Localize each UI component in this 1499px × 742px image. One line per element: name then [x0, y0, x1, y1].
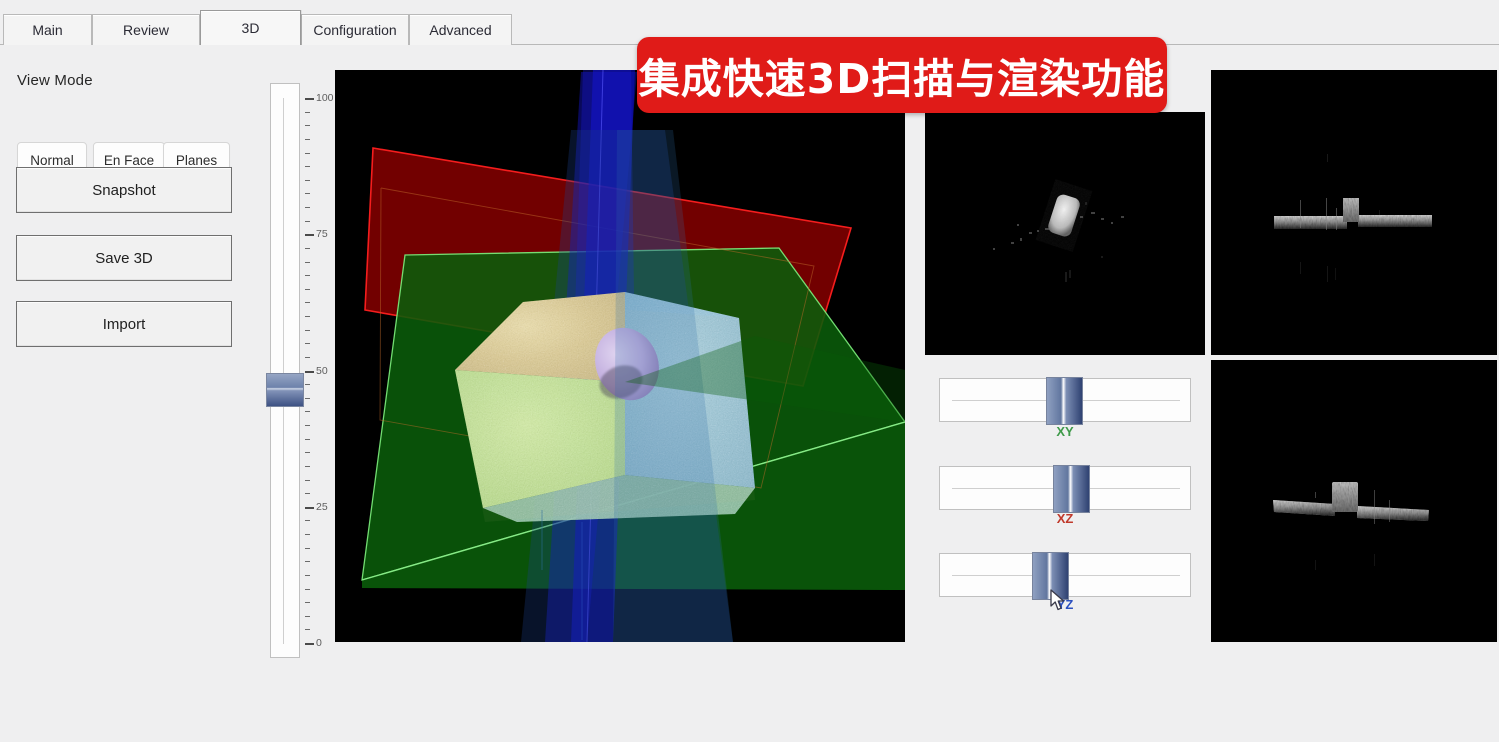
pixel-alpha-tick-minor — [305, 247, 310, 249]
pixel-alpha-tick-minor — [305, 343, 310, 345]
import-button-label: Import — [102, 315, 146, 333]
pixel-alpha-tick-minor — [305, 166, 310, 168]
pixel-alpha-tick-minor — [305, 207, 310, 208]
pixel-alpha-tick-minor — [305, 316, 310, 317]
pixel-alpha-tick-major — [305, 234, 314, 237]
pixel-alpha-tick-label: 0 — [316, 637, 322, 649]
pixel-alpha-slider-ticks: 100 75 50 25 0 — [305, 83, 335, 658]
pixel-alpha-tick-minor — [305, 125, 310, 127]
pixel-alpha-slider-track[interactable] — [270, 83, 300, 658]
pixel-alpha-tick-minor — [305, 465, 310, 467]
tab-review-label: Review — [123, 22, 169, 38]
plane-slider-xz[interactable] — [939, 465, 1191, 513]
view-mode-enface-label: En Face — [103, 153, 155, 168]
left-control-panel: View Mode Normal En Face Planes Snapshot… — [0, 45, 245, 742]
pixel-alpha-tick-minor — [305, 520, 310, 522]
pixel-alpha-tick-minor — [305, 493, 310, 495]
tab-advanced[interactable]: Advanced — [409, 14, 512, 45]
pixel-alpha-tick-minor — [305, 152, 310, 154]
pixel-alpha-tick-minor — [305, 547, 310, 549]
viewport-3d-svg — [335, 70, 905, 642]
pixel-alpha-tick-minor — [305, 534, 310, 535]
view-mode-label: View Mode — [17, 72, 93, 89]
tab-main[interactable]: Main — [3, 14, 92, 45]
pixel-alpha-tick-label: 100 — [316, 92, 334, 104]
plane-slider-yz-label: YZ — [1056, 597, 1074, 612]
pixel-alpha-tick-minor — [305, 438, 310, 440]
tab-3d-label: 3D — [241, 20, 260, 36]
pixel-alpha-tick-minor — [305, 179, 310, 181]
promo-banner: 集成快速3D扫描与渲染功能 — [637, 37, 1167, 113]
pixel-alpha-tick-minor — [305, 302, 310, 304]
pixel-alpha-tick-minor — [305, 138, 310, 140]
import-button[interactable]: Import — [16, 301, 232, 347]
tab-3d[interactable]: 3D — [200, 10, 301, 45]
view-mode-planes-label: Planes — [175, 153, 218, 168]
pixel-alpha-tick-minor — [305, 220, 310, 222]
pixel-alpha-tick-label: 25 — [316, 500, 328, 513]
pixel-alpha-tick-minor — [305, 384, 310, 386]
plane-slider-xy[interactable] — [939, 377, 1191, 425]
pixel-alpha-tick-minor — [305, 629, 310, 631]
tab-configuration[interactable]: Configuration — [301, 14, 409, 45]
plane-slider-xz-label: XZ — [1056, 511, 1074, 526]
save-3d-button-label: Save 3D — [95, 249, 153, 267]
bscan-yz-image — [1211, 360, 1497, 642]
pixel-alpha-tick-minor — [305, 288, 310, 290]
tab-configuration-label: Configuration — [313, 22, 397, 38]
en-face-xy-image — [925, 112, 1205, 355]
en-face-xy-preview[interactable] — [925, 112, 1205, 355]
plane-slider-xz-thumb[interactable] — [1053, 465, 1090, 513]
tab-advanced-label: Advanced — [429, 22, 492, 38]
pixel-alpha-tick-minor — [305, 261, 310, 263]
pixel-alpha-tick-major — [305, 98, 314, 100]
pixel-alpha-tick-minor — [305, 479, 310, 481]
bscan-xz-image — [1211, 70, 1497, 355]
pixel-alpha-tick-minor — [305, 397, 310, 399]
pixel-alpha-tick-minor — [305, 111, 310, 113]
pixel-alpha-tick-minor — [305, 452, 310, 454]
snapshot-button[interactable]: Snapshot — [16, 167, 232, 213]
plane-slider-xy-thumb[interactable] — [1046, 377, 1083, 425]
viewport-3d-render[interactable] — [335, 70, 905, 642]
pixel-alpha-tick-minor — [305, 615, 310, 617]
plane-slider-yz[interactable] — [939, 552, 1191, 600]
pixel-alpha-tick-minor — [305, 275, 310, 277]
pixel-alpha-tick-minor — [305, 329, 310, 331]
pixel-alpha-tick-minor — [305, 602, 310, 604]
tab-review[interactable]: Review — [92, 14, 200, 45]
snapshot-button-label: Snapshot — [92, 181, 156, 199]
save-3d-button[interactable]: Save 3D — [16, 235, 232, 281]
pixel-alpha-slider[interactable]: PIXEL ALPHA 1007550250 — [245, 45, 335, 742]
pixel-alpha-tick-minor — [305, 425, 310, 426]
promo-banner-text: 集成快速3D扫描与渲染功能 — [638, 55, 1166, 103]
pixel-alpha-tick-minor — [305, 561, 310, 563]
pixel-alpha-tick-minor — [305, 574, 310, 576]
pixel-alpha-tick-minor — [305, 193, 310, 195]
pixel-alpha-tick-minor — [305, 356, 310, 358]
pixel-alpha-tick-major — [305, 370, 314, 373]
bscan-xz-preview[interactable] — [1211, 70, 1497, 355]
pixel-alpha-tick-minor — [305, 411, 310, 413]
pixel-alpha-tick-label: 75 — [316, 228, 328, 241]
pixel-alpha-slider-groove — [283, 98, 284, 644]
plane-slider-xy-label: XY — [1056, 424, 1074, 439]
view-mode-normal-label: Normal — [30, 153, 74, 168]
plane-slider-yz-thumb[interactable] — [1032, 552, 1069, 600]
pixel-alpha-tick-minor — [305, 588, 310, 590]
pixel-alpha-tick-major — [305, 643, 314, 645]
tab-main-label: Main — [32, 22, 63, 38]
bscan-yz-preview[interactable] — [1211, 360, 1497, 642]
pixel-alpha-slider-thumb[interactable] — [266, 373, 304, 407]
pixel-alpha-tick-major — [305, 506, 314, 509]
pixel-alpha-tick-label: 50 — [316, 364, 328, 377]
